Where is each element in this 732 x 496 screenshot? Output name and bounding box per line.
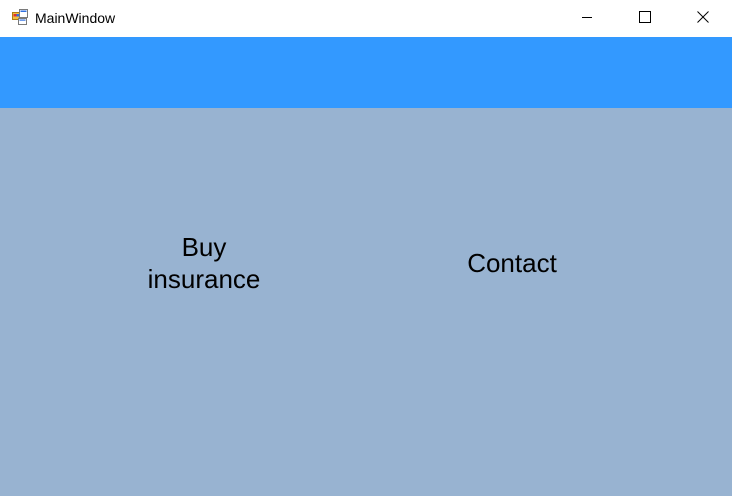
minimize-icon bbox=[581, 10, 593, 28]
maximize-icon bbox=[639, 10, 651, 28]
buy-insurance-label-line2: insurance bbox=[147, 264, 261, 294]
buy-insurance-label-line1: Buy bbox=[181, 232, 227, 262]
header-banner bbox=[0, 37, 732, 108]
content-area: Buy insurance Contact bbox=[0, 108, 732, 496]
window-title: MainWindow bbox=[35, 10, 116, 26]
contact-button[interactable]: Contact bbox=[432, 247, 592, 279]
title-bar[interactable]: MainWindow bbox=[0, 0, 732, 37]
app-window-icon bbox=[12, 9, 28, 25]
close-button[interactable] bbox=[674, 0, 732, 37]
close-icon bbox=[697, 10, 709, 28]
main-window: MainWindow Buy insurance Contact bbox=[0, 0, 732, 496]
maximize-button[interactable] bbox=[616, 0, 674, 37]
buy-insurance-button[interactable]: Buy insurance bbox=[124, 231, 284, 295]
contact-label: Contact bbox=[467, 248, 557, 278]
minimize-button[interactable] bbox=[558, 0, 616, 37]
